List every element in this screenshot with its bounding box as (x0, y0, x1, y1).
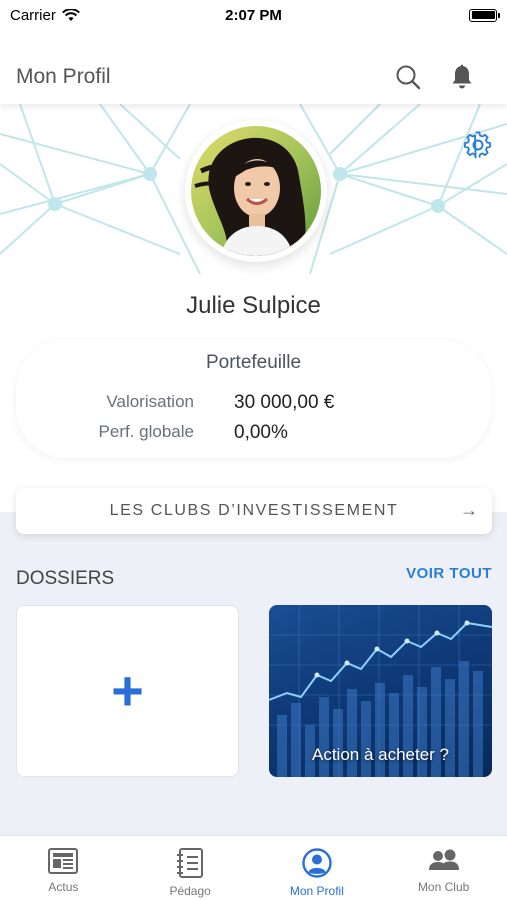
dossiers-title: DOSSIERS (16, 568, 115, 589)
plus-icon: + (111, 659, 144, 722)
tab-actus[interactable]: Actus (0, 836, 127, 900)
portfolio-row-valorisation: Valorisation 30 000,00 € (16, 392, 491, 414)
status-bar: Carrier 2:07 PM (0, 0, 507, 30)
battery-icon (469, 8, 500, 22)
status-left: Carrier (10, 7, 80, 24)
settings-button[interactable] (463, 130, 493, 160)
carrier-label: Carrier (10, 6, 56, 24)
tab-pedago[interactable]: Pédago (127, 836, 254, 900)
perf-globale-value: 0,00% (234, 422, 288, 443)
avatar-frame[interactable] (185, 120, 327, 262)
tab-mon-club[interactable]: Mon Club (380, 836, 507, 900)
investment-clubs-button[interactable]: LES CLUBS D’INVESTISSEMENT → (16, 488, 492, 534)
tab-bar: Actus Pédago Mon Profil Mon Club (0, 835, 507, 900)
valorisation-value: 30 000,00 € (234, 392, 335, 413)
dossier-card-label: Action à acheter ? (311, 745, 450, 764)
tab-actus-label: Actus (48, 880, 79, 894)
header-actions (393, 62, 491, 92)
dossier-card[interactable]: Action à acheter ? (269, 605, 492, 777)
avatar (191, 126, 321, 256)
user-name: Julie Sulpice (186, 292, 321, 319)
group-icon (428, 849, 459, 870)
investment-clubs-label: LES CLUBS D’INVESTISSEMENT (109, 502, 399, 519)
portfolio-title: Portefeuille (205, 352, 302, 373)
tab-mon-club-label: Mon Club (417, 880, 470, 894)
valorisation-label: Valorisation (106, 392, 194, 411)
notebook-icon (177, 848, 204, 878)
portfolio-card[interactable]: Portefeuille Valorisation 30 000,00 € Pe… (16, 340, 491, 458)
wifi-icon (61, 8, 80, 21)
tab-mon-profil-label: Mon Profil (289, 884, 344, 898)
gear-icon (464, 131, 491, 159)
page-title: Mon Profil (16, 65, 111, 88)
bell-icon (452, 64, 472, 89)
search-button[interactable] (393, 62, 423, 92)
newspaper-icon (48, 848, 79, 874)
notifications-button[interactable] (447, 62, 477, 92)
tab-pedago-label: Pédago (169, 884, 211, 898)
see-all-link[interactable]: VOIR TOUT (406, 565, 492, 582)
arrow-right-icon: → (460, 500, 478, 520)
perf-globale-label: Perf. globale (98, 422, 194, 441)
profile-icon (302, 848, 332, 878)
tab-mon-profil[interactable]: Mon Profil (254, 836, 381, 900)
add-dossier-button[interactable]: + (16, 605, 239, 777)
profile-section: Julie Sulpice Portefeuille Valorisation … (0, 104, 507, 512)
search-icon (396, 65, 421, 90)
portfolio-row-perf: Perf. globale 0,00% (16, 422, 491, 444)
app-header: Mon Profil (0, 50, 507, 104)
profile-photo (191, 126, 321, 256)
